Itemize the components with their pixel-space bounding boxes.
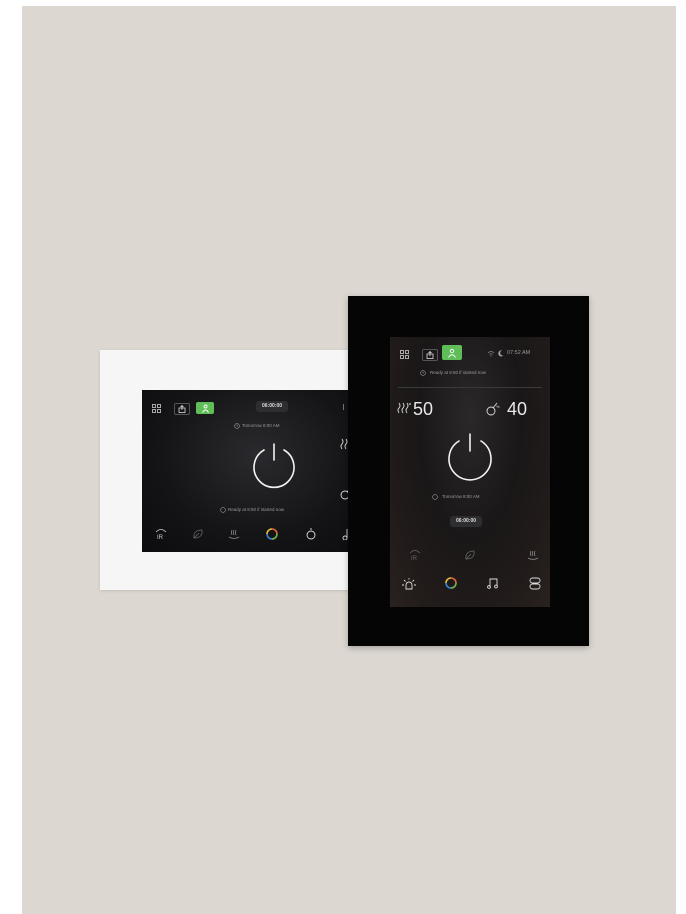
grid-icon[interactable] bbox=[152, 404, 161, 413]
divider bbox=[398, 387, 542, 388]
power-button[interactable] bbox=[250, 440, 298, 490]
infrared-icon[interactable]: IR bbox=[154, 528, 168, 540]
wifi-icon bbox=[487, 350, 495, 357]
status-time: 06:00:00 bbox=[256, 401, 289, 412]
ready-text: Ready at 8:50 if started now bbox=[228, 507, 285, 512]
steam-icon[interactable] bbox=[228, 528, 240, 540]
ready-text: Ready at 8:50 if started now bbox=[430, 370, 487, 375]
timer-icon bbox=[220, 507, 226, 513]
temperature-value: 50 bbox=[413, 399, 434, 419]
timer-pill[interactable]: 06:00:00 bbox=[450, 516, 483, 527]
ir-label: IR bbox=[411, 556, 418, 561]
export-icon[interactable] bbox=[422, 349, 438, 361]
light-icon[interactable] bbox=[401, 577, 417, 591]
moon-icon bbox=[498, 350, 504, 357]
tomorrow-text: Tomorrow 8:00 AM bbox=[442, 494, 480, 499]
landscape-screen: 06:00:00 Tomorrow 8:00 AM Ready at 8:50 … bbox=[142, 390, 350, 552]
leaf-icon[interactable] bbox=[192, 528, 204, 540]
clock-icon bbox=[420, 370, 426, 376]
ir-label: IR bbox=[157, 535, 164, 540]
grid-icon[interactable] bbox=[400, 350, 409, 359]
color-light-icon[interactable] bbox=[445, 577, 457, 589]
fan-icon[interactable] bbox=[529, 577, 541, 590]
svg-text:%: % bbox=[496, 404, 500, 409]
aroma-icon[interactable] bbox=[305, 528, 317, 540]
humidity-value: 40 bbox=[507, 399, 528, 419]
export-icon[interactable] bbox=[174, 403, 190, 415]
person-icon[interactable] bbox=[442, 345, 462, 360]
power-button[interactable] bbox=[445, 429, 495, 481]
heat-icon bbox=[397, 402, 411, 414]
infrared-icon[interactable]: IR bbox=[408, 549, 422, 561]
clock-time: 07:52 AM bbox=[507, 350, 531, 356]
color-light-icon[interactable] bbox=[266, 528, 278, 540]
leaf-icon[interactable] bbox=[464, 549, 476, 561]
music-icon[interactable] bbox=[487, 577, 499, 589]
timer-icon bbox=[432, 494, 438, 500]
portrait-screen: 07:52 AM Ready at 8:50 if started now 50… bbox=[390, 337, 550, 607]
steam-icon[interactable] bbox=[527, 549, 539, 561]
clock-icon bbox=[234, 423, 240, 429]
tomorrow-text: Tomorrow 8:00 AM bbox=[242, 423, 280, 428]
person-icon[interactable] bbox=[196, 402, 214, 414]
humidity-icon: % bbox=[486, 402, 500, 416]
